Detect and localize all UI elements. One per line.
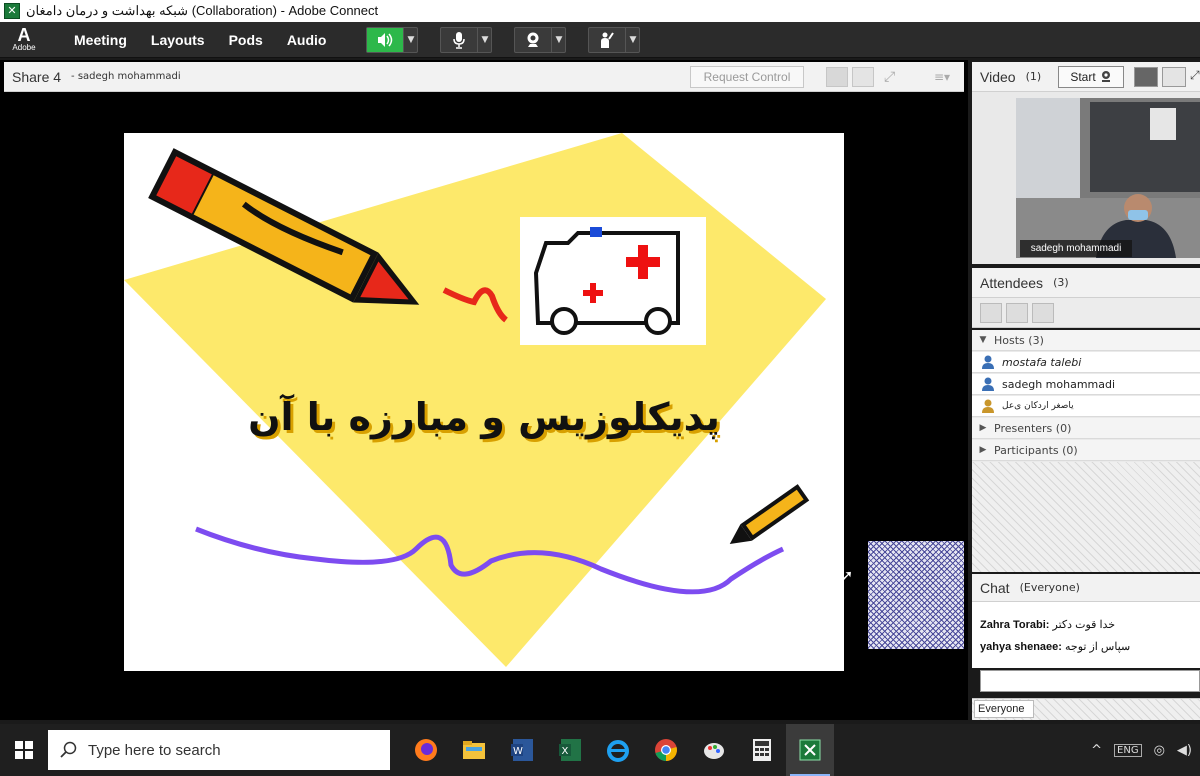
chevron-down-icon[interactable]: ▼ xyxy=(625,27,639,52)
participants-group[interactable]: ▶ Participants (0) xyxy=(972,440,1200,461)
menu-pods[interactable]: Pods xyxy=(217,32,275,48)
language-indicator[interactable]: ENG xyxy=(1114,743,1142,757)
search-placeholder: Type here to search xyxy=(88,741,221,759)
volume-icon[interactable]: ◀) xyxy=(1177,743,1192,758)
fullscreen-icon[interactable]: ⤢ xyxy=(1190,68,1200,86)
chevron-down-icon: ▼ xyxy=(979,335,987,345)
pod-menu-icon[interactable]: ≡▾ xyxy=(934,68,952,86)
fit-page-icon[interactable] xyxy=(852,67,874,87)
attendees-toolbar xyxy=(972,298,1200,328)
list-item[interactable]: یاصغر اردکان ی‌عل xyxy=(972,396,1200,417)
video-count: (1) xyxy=(1025,70,1042,83)
cursor-icon: ➚ xyxy=(840,566,854,585)
slide-title: پدیکلوزیس و مبارزه با آن xyxy=(248,395,720,439)
svg-text:W: W xyxy=(513,746,523,757)
attendees-pod-title: Attendees xyxy=(980,274,1044,291)
video-pod-title: Video xyxy=(980,68,1016,85)
chevron-down-icon[interactable]: ▼ xyxy=(403,27,417,52)
webcam-icon xyxy=(1100,70,1112,85)
chat-pod-title: Chat xyxy=(980,579,1010,596)
presenter-name: - sadegh mohammadi xyxy=(71,71,181,82)
windows-start-icon[interactable] xyxy=(0,724,48,776)
chat-input[interactable] xyxy=(980,670,1200,692)
status-view-icon[interactable] xyxy=(1032,303,1054,323)
webcam-feed xyxy=(1016,98,1200,258)
list-view-icon[interactable] xyxy=(980,303,1002,323)
menu-bar: A Adobe Meeting Layouts Pods Audio ▼ ▼ ▼… xyxy=(0,22,1200,58)
host-user-icon xyxy=(982,355,994,369)
chevron-down-icon[interactable]: ▼ xyxy=(551,27,565,52)
internet-explorer-icon[interactable] xyxy=(594,724,642,776)
video-layout-grid-icon[interactable] xyxy=(1134,67,1158,87)
adobe-connect-icon[interactable] xyxy=(786,724,834,776)
svg-text:X: X xyxy=(562,746,569,757)
network-icon[interactable]: ◎ xyxy=(1154,743,1165,758)
share-pod-header: Share 4 - sadegh mohammadi xyxy=(4,62,964,92)
presenters-group[interactable]: ▶ Presenters (0) xyxy=(972,418,1200,439)
calculator-icon[interactable] xyxy=(738,724,786,776)
list-item[interactable]: mostafa talebi xyxy=(972,352,1200,373)
chat-recipient-select[interactable]: Everyone xyxy=(974,700,1034,718)
share-pod-title: Share 4 xyxy=(12,68,62,85)
firefox-icon[interactable] xyxy=(402,724,450,776)
menu-layouts[interactable]: Layouts xyxy=(139,32,217,48)
paint-icon[interactable] xyxy=(690,724,738,776)
search-icon xyxy=(60,741,77,758)
taskbar-search-box[interactable]: Type here to search xyxy=(48,730,390,770)
windows-taskbar: Type here to search W X ^ ENG ◎ ◀) xyxy=(0,724,1200,776)
chevron-right-icon: ▶ xyxy=(979,423,987,433)
hatched-placeholder xyxy=(868,541,964,649)
fit-width-icon[interactable] xyxy=(826,67,848,87)
window-title-bar: ✕ شبکه بهداشت و درمان دامغان (Collaborat… xyxy=(0,0,1200,22)
webcam-participant-name: sadegh mohammadi xyxy=(1020,240,1132,257)
raise-hand-control[interactable]: ▼ xyxy=(588,26,641,53)
attendees-pod-header: Attendees (3) xyxy=(972,268,1200,298)
fullscreen-icon[interactable]: ⤢ xyxy=(884,68,902,86)
chevron-up-icon[interactable]: ^ xyxy=(1091,743,1102,758)
chat-message: yahya shenaee: سپاس از توجه xyxy=(980,641,1131,653)
microphone-control[interactable]: ▼ xyxy=(440,26,493,53)
list-item[interactable]: sadegh mohammadi xyxy=(972,374,1200,395)
speaker-icon[interactable] xyxy=(367,27,404,52)
attendees-empty-area xyxy=(972,462,1200,572)
chat-scope: (Everyone) xyxy=(1019,581,1080,594)
host-user-icon xyxy=(982,377,994,391)
raise-hand-icon[interactable] xyxy=(589,28,625,52)
chevron-right-icon: ▶ xyxy=(979,445,987,455)
system-tray: ^ ENG ◎ ◀) xyxy=(1091,743,1200,758)
webcam-control[interactable]: ▼ xyxy=(514,26,567,53)
request-control-button[interactable]: Request Control xyxy=(690,66,804,88)
speaker-control[interactable]: ▼ xyxy=(366,26,419,53)
menu-meeting[interactable]: Meeting xyxy=(62,32,139,48)
microphone-icon[interactable] xyxy=(441,28,477,52)
file-explorer-icon[interactable] xyxy=(450,724,498,776)
chat-message: Zahra Torabi: خدا قوت دکتر xyxy=(980,619,1116,631)
host-user-icon xyxy=(982,399,994,413)
adobe-logo: A Adobe xyxy=(12,25,36,52)
adobe-connect-icon: ✕ xyxy=(4,3,20,19)
chat-pod-header: Chat (Everyone) xyxy=(972,574,1200,602)
presentation-slide: پدیکلوزیس و مبارزه با آن xyxy=(124,133,844,671)
start-webcam-button[interactable]: Start xyxy=(1058,66,1124,88)
hosts-group[interactable]: ▼ Hosts (3) xyxy=(972,330,1200,351)
excel-icon[interactable]: X xyxy=(546,724,594,776)
menu-audio[interactable]: Audio xyxy=(275,32,339,48)
attendees-count: (3) xyxy=(1053,276,1069,289)
video-layout-single-icon[interactable] xyxy=(1162,67,1186,87)
chrome-icon[interactable] xyxy=(642,724,690,776)
breakout-icon[interactable] xyxy=(1006,303,1028,323)
webcam-icon[interactable] xyxy=(515,28,551,52)
word-icon[interactable]: W xyxy=(498,724,546,776)
window-title: شبکه بهداشت و درمان دامغان (Collaboratio… xyxy=(26,3,379,18)
chat-messages: Zahra Torabi: خدا قوت دکتر yahya shenaee… xyxy=(972,602,1200,668)
chevron-down-icon[interactable]: ▼ xyxy=(477,27,491,52)
